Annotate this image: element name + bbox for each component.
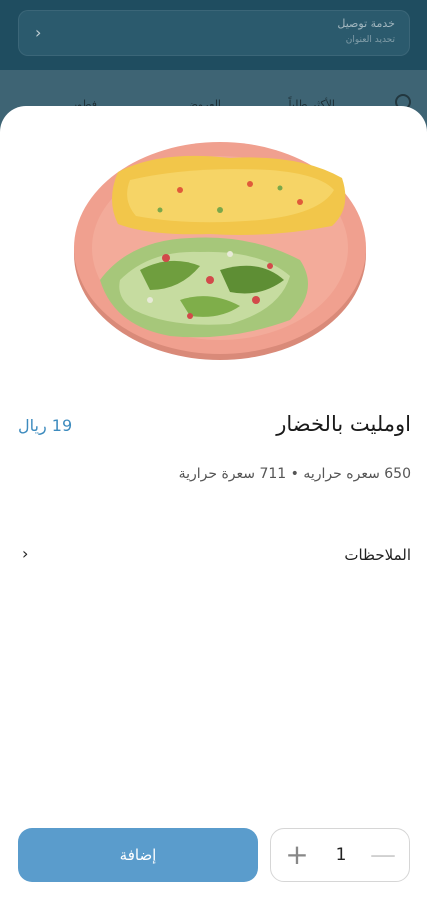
product-name: اومليت بالخضار (276, 412, 411, 436)
notes-label: الملاحظات (344, 546, 411, 564)
plus-icon[interactable]: + (283, 841, 311, 869)
product-price: 19 ريال (18, 416, 73, 435)
notes-row[interactable]: الملاحظات › (16, 542, 411, 570)
chevron-right-icon: › (22, 544, 29, 563)
delivery-subtitle: تحديد العنوان (345, 35, 395, 45)
add-to-cart-button[interactable]: إضافة (18, 828, 258, 882)
quantity-stepper: + 1 — (270, 828, 410, 882)
product-sheet: اومليت بالخضار 19 ريال 650 سعره حراريه •… (0, 106, 427, 900)
minus-icon[interactable]: — (369, 841, 397, 869)
chevron-right-icon: › (35, 23, 42, 42)
quantity-value: 1 (335, 845, 347, 865)
product-calories: 650 سعره حراريه • 711 سعرة حرارية (178, 466, 411, 482)
product-image (70, 130, 370, 370)
delivery-title: خدمة توصيل (337, 17, 395, 30)
add-button-label: إضافة (119, 846, 157, 864)
product-title-row: اومليت بالخضار 19 ريال (16, 406, 411, 446)
delivery-address-card[interactable]: خدمة توصيل تحديد العنوان › (18, 10, 410, 56)
